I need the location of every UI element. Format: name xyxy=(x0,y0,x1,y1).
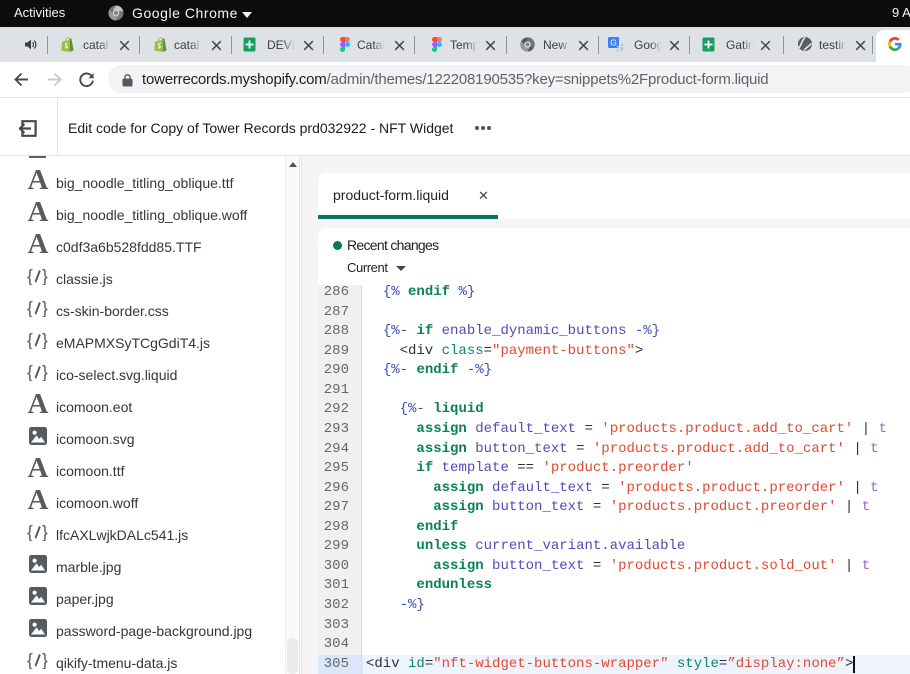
svg-text:}: } xyxy=(42,300,48,317)
svg-text:{: { xyxy=(27,524,33,541)
svg-text:}: } xyxy=(42,524,48,541)
svg-text:{: { xyxy=(27,652,33,669)
svg-text:文: 文 xyxy=(616,44,623,53)
svg-text:}: } xyxy=(42,268,48,285)
svg-text:{: { xyxy=(27,364,33,381)
svg-text:{: { xyxy=(27,268,33,285)
svg-text:{: { xyxy=(27,300,33,317)
svg-text:}: } xyxy=(42,652,48,669)
svg-text:}: } xyxy=(42,364,48,381)
svg-text:}: } xyxy=(42,332,48,349)
svg-text:{: { xyxy=(27,332,33,349)
